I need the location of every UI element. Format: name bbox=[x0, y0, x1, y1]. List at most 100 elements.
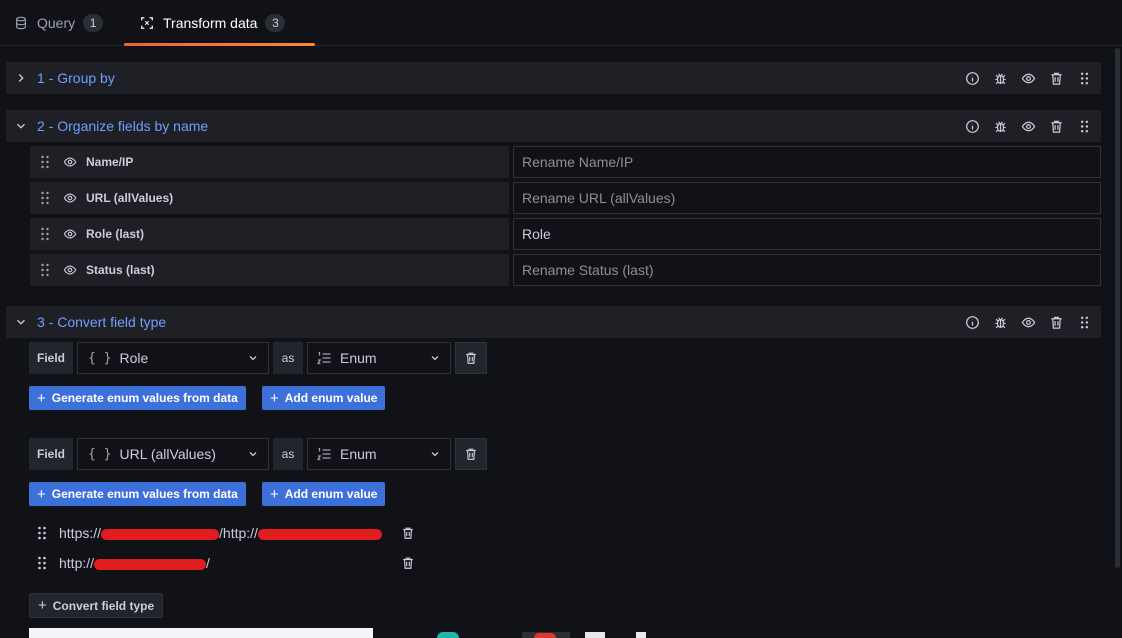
eye-icon[interactable] bbox=[1019, 313, 1037, 331]
transform-header-convert[interactable]: 3 - Convert field type bbox=[6, 306, 1101, 338]
enum-value[interactable]: https:// /http:// bbox=[59, 525, 382, 541]
remove-conversion-button[interactable] bbox=[455, 438, 487, 470]
plus-icon: + bbox=[38, 597, 47, 614]
braces-icon: { } bbox=[88, 446, 112, 462]
enum-value-item: https:// /http:// bbox=[36, 522, 382, 544]
trash-icon[interactable] bbox=[401, 526, 415, 540]
trash-icon[interactable] bbox=[1047, 313, 1065, 331]
generate-enum-button[interactable]: + Generate enum values from data bbox=[29, 482, 246, 506]
eye-icon[interactable] bbox=[63, 263, 77, 277]
transform-icon bbox=[141, 17, 153, 29]
info-icon[interactable] bbox=[963, 117, 981, 135]
debug-icon[interactable] bbox=[991, 313, 1009, 331]
drag-handle-icon[interactable] bbox=[39, 190, 51, 206]
remove-conversion-button[interactable] bbox=[455, 342, 487, 374]
trash-icon bbox=[466, 448, 476, 460]
trash-icon bbox=[466, 352, 476, 364]
plus-icon: + bbox=[37, 389, 46, 407]
plus-icon: + bbox=[270, 485, 279, 503]
trash-icon[interactable] bbox=[1047, 69, 1065, 87]
chevron-down-icon[interactable] bbox=[14, 119, 28, 133]
add-convert-label: Convert field type bbox=[52, 598, 155, 613]
debug-icon[interactable] bbox=[991, 69, 1009, 87]
rename-input-name-ip[interactable] bbox=[513, 146, 1101, 178]
organize-field-label[interactable]: Name/IP bbox=[30, 146, 509, 178]
tab-query-count: 1 bbox=[83, 14, 104, 32]
scrollbar[interactable] bbox=[1115, 48, 1120, 568]
info-icon[interactable] bbox=[963, 69, 981, 87]
tab-query[interactable]: Query 1 bbox=[14, 0, 104, 46]
add-enum-button[interactable]: + Add enum value bbox=[262, 386, 386, 410]
taskbar-app-icon[interactable] bbox=[522, 632, 570, 638]
field-label: Field bbox=[29, 342, 73, 374]
transform-title[interactable]: 3 - Convert field type bbox=[37, 314, 166, 330]
transform-header-group-by[interactable]: 1 - Group by bbox=[6, 62, 1101, 94]
drag-handle-icon[interactable] bbox=[1075, 313, 1093, 331]
organize-field-label[interactable]: Status (last) bbox=[30, 254, 509, 286]
type-select[interactable]: Enum bbox=[307, 342, 451, 374]
drag-handle-icon[interactable] bbox=[39, 262, 51, 278]
transform-actions bbox=[963, 306, 1093, 338]
rename-input-role[interactable] bbox=[513, 218, 1101, 250]
chevron-down-icon bbox=[249, 452, 257, 457]
transform-title[interactable]: 2 - Organize fields by name bbox=[37, 118, 208, 134]
eye-icon[interactable] bbox=[63, 191, 77, 205]
field-name: Status (last) bbox=[86, 263, 155, 277]
drag-handle-icon[interactable] bbox=[39, 154, 51, 170]
chevron-down-icon bbox=[431, 356, 439, 361]
enum-value-prefix: http:// bbox=[59, 555, 95, 571]
rename-input-status[interactable] bbox=[513, 254, 1101, 286]
add-convert-field-type-button[interactable]: + Convert field type bbox=[29, 593, 164, 618]
ordered-list-icon bbox=[317, 447, 331, 461]
info-icon[interactable] bbox=[963, 313, 981, 331]
debug-icon[interactable] bbox=[991, 117, 1009, 135]
field-select[interactable]: { } URL (allValues) bbox=[77, 438, 269, 470]
field-select[interactable]: { } Role bbox=[77, 342, 269, 374]
organize-field-label[interactable]: URL (allValues) bbox=[30, 182, 509, 214]
trash-icon[interactable] bbox=[401, 556, 415, 570]
organize-field-label[interactable]: Role (last) bbox=[30, 218, 509, 250]
tab-transform-data[interactable]: Transform data 3 bbox=[124, 0, 315, 46]
database-icon bbox=[16, 16, 26, 30]
field-select-value: Role bbox=[119, 350, 149, 366]
taskbar-app-icon[interactable] bbox=[437, 632, 459, 638]
eye-icon[interactable] bbox=[1019, 117, 1037, 135]
field-name: Name/IP bbox=[86, 155, 134, 169]
generate-enum-button[interactable]: + Generate enum values from data bbox=[29, 386, 246, 410]
transform-actions bbox=[963, 110, 1093, 142]
query-tabs: Query 1 Transform data 3 bbox=[0, 0, 1122, 46]
enum-value-prefix: https:// bbox=[59, 525, 102, 541]
rename-input-url[interactable] bbox=[513, 182, 1101, 214]
drag-handle-icon[interactable] bbox=[1075, 117, 1093, 135]
taskbar-app-icon[interactable] bbox=[585, 632, 605, 638]
drag-handle-icon[interactable] bbox=[1075, 69, 1093, 87]
generate-enum-label: Generate enum values from data bbox=[51, 487, 238, 501]
trash-icon[interactable] bbox=[1047, 117, 1065, 135]
braces-icon: { } bbox=[88, 350, 112, 366]
drag-handle-icon[interactable] bbox=[39, 226, 51, 242]
tab-transform-label: Transform data bbox=[163, 15, 258, 31]
drag-handle-icon[interactable] bbox=[36, 555, 48, 571]
generate-enum-label: Generate enum values from data bbox=[51, 391, 238, 405]
add-enum-button[interactable]: + Add enum value bbox=[262, 482, 386, 506]
transform-title[interactable]: 1 - Group by bbox=[37, 70, 115, 86]
type-select[interactable]: Enum bbox=[307, 438, 451, 470]
drag-handle-icon[interactable] bbox=[36, 525, 48, 541]
enum-value[interactable]: http:// / bbox=[59, 555, 210, 571]
as-label: as bbox=[273, 438, 303, 470]
redaction-mark bbox=[257, 528, 382, 540]
chevron-right-icon[interactable] bbox=[14, 71, 28, 85]
eye-icon[interactable] bbox=[63, 155, 77, 169]
chevron-down-icon[interactable] bbox=[14, 315, 28, 329]
transform-header-organize[interactable]: 2 - Organize fields by name bbox=[6, 110, 1101, 142]
eye-icon[interactable] bbox=[1019, 69, 1037, 87]
redaction-mark bbox=[101, 528, 220, 540]
plus-icon: + bbox=[37, 485, 46, 503]
enum-value-suffix: / bbox=[206, 555, 210, 571]
taskbar-app-icon[interactable] bbox=[636, 632, 646, 638]
tab-query-label: Query bbox=[37, 15, 76, 31]
field-select-value: URL (allValues) bbox=[119, 446, 216, 462]
eye-icon[interactable] bbox=[63, 227, 77, 241]
plus-icon: + bbox=[270, 389, 279, 407]
tab-transform-count: 3 bbox=[265, 14, 286, 32]
